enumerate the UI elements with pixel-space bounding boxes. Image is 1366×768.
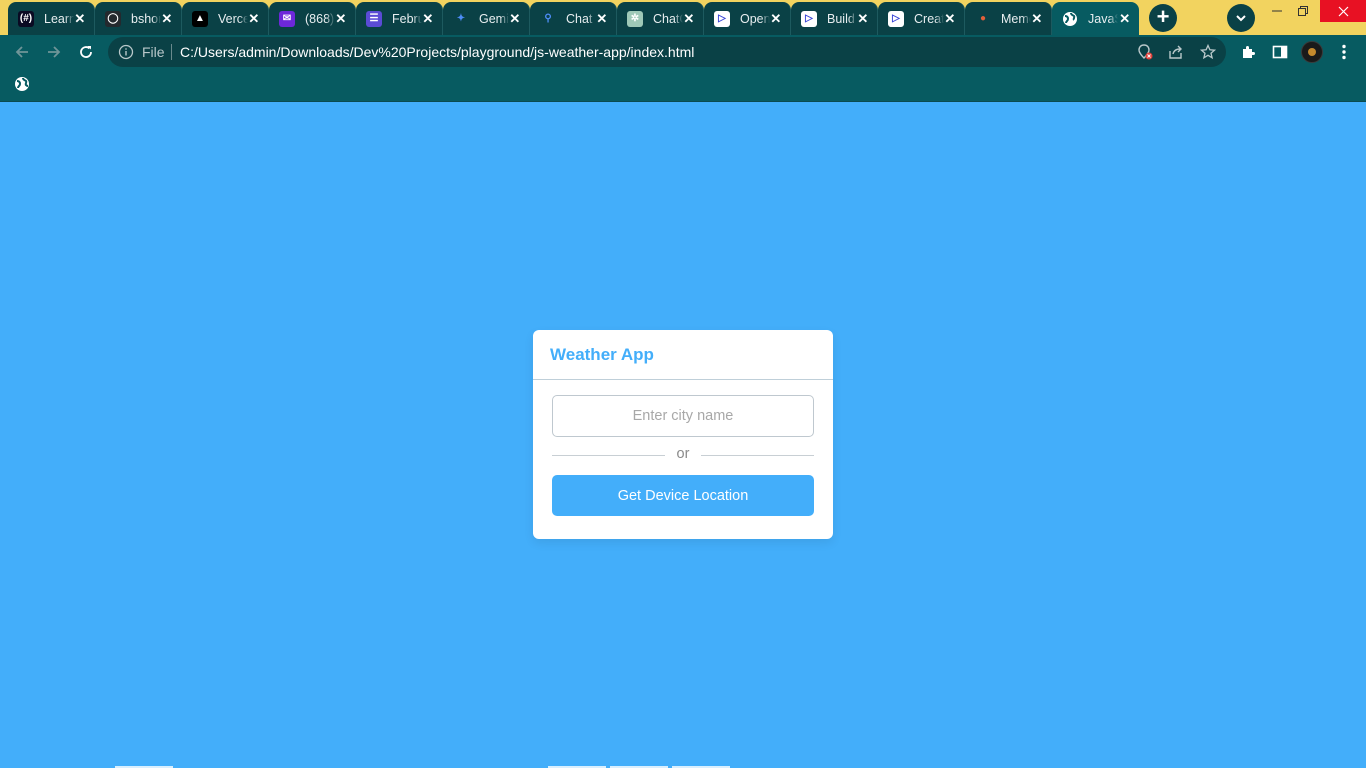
location-blocked-icon[interactable]: [1136, 43, 1154, 61]
tab-title: Meme: [1001, 11, 1031, 26]
browser-tab[interactable]: ✲ ChatGPT✕: [617, 2, 704, 35]
side-panel-icon[interactable]: [1270, 42, 1290, 62]
play-icon: ▷: [888, 10, 904, 27]
browser-tab[interactable]: ✉ (868) ✕: [269, 2, 356, 35]
weather-app-card: Weather App or Get Device Location: [533, 330, 833, 539]
globe-icon[interactable]: [14, 76, 30, 92]
tab-close-icon[interactable]: ✕: [944, 11, 956, 27]
tab-title: Build: [827, 11, 855, 26]
page-viewport: Weather App or Get Device Location: [0, 102, 1366, 768]
tab-close-icon[interactable]: ✕: [857, 11, 869, 27]
tab-title: Learn: [44, 11, 74, 26]
tab-title: Open: [740, 11, 770, 26]
helmet-icon: ●: [979, 13, 987, 24]
close-window-button[interactable]: [1320, 0, 1366, 22]
browser-tab[interactable]: (#) Learn ✕: [8, 2, 95, 35]
browser-tab[interactable]: ▷ Build ✕: [791, 2, 878, 35]
site-info-icon[interactable]: [118, 44, 134, 65]
back-button[interactable]: [10, 40, 34, 64]
or-divider: or: [552, 446, 814, 464]
url-separator: [171, 44, 172, 60]
chevron-down-icon: [1236, 15, 1246, 22]
close-icon: [1338, 6, 1348, 16]
app-title: Weather App: [550, 344, 654, 364]
browser-tab[interactable]: ● Meme✕: [965, 2, 1052, 35]
kebab-menu-icon[interactable]: [1334, 42, 1354, 62]
tab-title: Create: [914, 11, 944, 26]
divider-text: or: [676, 446, 690, 462]
gemini-icon: ✦: [456, 13, 466, 24]
tab-title: ChatGPT: [653, 11, 683, 26]
arrow-right-icon: [48, 46, 61, 58]
address-bar[interactable]: File C:/Users/admin/Downloads/Dev%20Proj…: [108, 37, 1226, 67]
tab-close-icon[interactable]: ✕: [1118, 11, 1131, 27]
tab-close-icon[interactable]: ✕: [248, 11, 260, 27]
tab-search-button[interactable]: [1227, 4, 1255, 32]
browser-tab[interactable]: ▲ Vercel✕: [182, 2, 269, 35]
reload-button[interactable]: [74, 40, 98, 64]
browser-tab[interactable]: ▷ Create✕: [878, 2, 965, 35]
browser-tab[interactable]: ▷ Open ✕: [704, 2, 791, 35]
forward-button[interactable]: [42, 40, 66, 64]
play-icon: ▷: [801, 10, 817, 27]
profile-avatar[interactable]: [1301, 41, 1323, 63]
tab-title: (868): [305, 11, 335, 26]
tab-title: Vercel: [218, 11, 248, 26]
get-device-location-button[interactable]: Get Device Location: [552, 475, 814, 516]
browser-tab[interactable]: ⚲ Chat ✕: [530, 2, 617, 35]
tab-title: JavaScript: [1088, 11, 1118, 26]
tab-title: Gemini: [479, 11, 509, 26]
play-icon: ▷: [714, 10, 730, 27]
tab-close-icon[interactable]: ✕: [1031, 11, 1043, 27]
tab-close-icon[interactable]: ✕: [683, 11, 695, 27]
github-icon: ◯: [105, 10, 121, 27]
restore-icon: [1298, 6, 1308, 16]
browser-tab[interactable]: JavaScript✕: [1052, 2, 1139, 35]
vercel-icon: ▲: [192, 10, 208, 27]
browser-tab[interactable]: ✦ Gemini✕: [443, 2, 530, 35]
tab-close-icon[interactable]: ✕: [509, 11, 521, 27]
browser-tab[interactable]: ☰ February✕: [356, 2, 443, 35]
reload-icon: [80, 46, 92, 58]
divider-line-right: [701, 455, 814, 456]
tab-title: Chat: [566, 11, 593, 26]
bookmarks-bar: [0, 69, 1366, 102]
browser-tab[interactable]: ◯ bshort✕: [95, 2, 182, 35]
freecodecamp-icon: (#): [18, 10, 34, 27]
share-icon[interactable]: [1167, 43, 1185, 61]
browser-toolbar: File C:/Users/admin/Downloads/Dev%20Proj…: [0, 35, 1366, 69]
globe-icon: [1062, 11, 1078, 27]
search-icon: ⚲: [544, 13, 552, 24]
arrow-left-icon: [15, 46, 28, 58]
tab-list: (#)Learn✕◯bshort✕▲Vercel✕✉(868)✕☰Februar…: [8, 2, 1139, 35]
list-icon: ☰: [366, 10, 382, 27]
mail-icon: ✉: [279, 10, 295, 27]
tab-close-icon[interactable]: ✕: [596, 11, 608, 27]
tab-strip: (#)Learn✕◯bshort✕▲Vercel✕✉(868)✕☰Februar…: [0, 0, 1366, 35]
url-scheme-label: File: [142, 44, 165, 60]
url-text[interactable]: C:/Users/admin/Downloads/Dev%20Projects/…: [180, 44, 694, 60]
tab-title: February: [392, 11, 422, 26]
star-icon[interactable]: [1199, 43, 1217, 61]
tab-close-icon[interactable]: ✕: [161, 11, 173, 27]
tab-title: bshort: [131, 11, 161, 26]
extensions-icon[interactable]: [1238, 42, 1258, 62]
openai-icon: ✲: [627, 10, 643, 27]
new-tab-button[interactable]: +: [1149, 4, 1177, 32]
city-name-input[interactable]: [552, 395, 814, 437]
tab-close-icon[interactable]: ✕: [335, 11, 347, 27]
tab-close-icon[interactable]: ✕: [74, 11, 86, 27]
card-header: Weather App: [533, 330, 833, 380]
tab-close-icon[interactable]: ✕: [422, 11, 434, 27]
tab-close-icon[interactable]: ✕: [770, 11, 782, 27]
